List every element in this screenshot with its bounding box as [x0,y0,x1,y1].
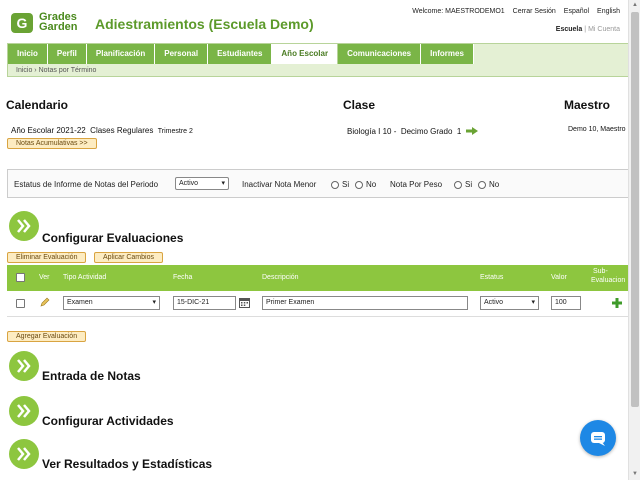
scroll-down-arrow-icon[interactable]: ▼ [631,470,639,478]
class-name: Biología I 10 - [347,127,397,136]
page-scrollbar[interactable]: ▲ ▼ [628,0,640,480]
lang-english-link[interactable]: English [597,8,620,15]
tab-planificacion[interactable]: Planificación [86,44,156,64]
class-type: Clases Regulares [90,126,154,135]
evaluations-table-header: Ver Tipo Actividad Fecha Descripción Est… [7,265,630,291]
date-input[interactable]: 15-DIC-21 [173,296,236,310]
logo-mark-icon: G [11,13,33,33]
row-checkbox[interactable] [16,299,25,308]
nav-tabs: Inicio Perfil Planificación Personal Est… [8,44,474,64]
activity-type-value: Examen [67,299,93,306]
description-input[interactable]: Primer Examen [262,296,468,310]
scope-switch: Escuela | Mi Cuenta [556,26,620,33]
teacher-name: Demo 10, Maestro [568,126,626,133]
inactivate-yes-label: Si [342,180,350,189]
status-value: Activo [484,299,504,306]
col-status: Estatus [480,274,504,281]
inactivate-no-label: No [366,180,377,189]
tab-personal[interactable]: Personal [155,44,209,64]
svg-text:G: G [17,15,28,31]
report-status-value: Activo [179,180,199,187]
col-date: Fecha [173,274,193,281]
breadcrumb-current: Notas por Término [38,67,97,74]
term: Trimestre 2 [157,128,193,135]
tab-perfil[interactable]: Perfil [47,44,87,64]
apply-changes-button[interactable]: Aplicar Cambios [94,252,163,263]
chevron-down-icon: ▾ [531,299,535,306]
table-row: Examen ▾ 15-DIC-21 Primer Examen Activo … [7,291,630,317]
expand-results-icon[interactable] [9,439,39,469]
breadcrumb-home[interactable]: Inicio [16,67,32,74]
weight-no-label: No [489,180,500,189]
col-description: Descripción [262,274,299,281]
class-heading: Clase [343,98,376,112]
select-all-checkbox[interactable] [16,273,25,282]
expand-grades-entry-icon[interactable] [9,351,39,381]
grades-garden-logo[interactable]: G Grades Garden [10,12,82,34]
report-status-label: Estatus de Informe de Notas del Periodo [14,180,159,189]
logo-text-line2: Garden [39,21,78,33]
value-input[interactable]: 100 [551,296,581,310]
class-info: Biología I 10 - Decimo Grado 1 [347,126,478,136]
class-section: 1 [456,127,462,136]
inactivate-yes-radio[interactable] [331,181,339,189]
report-status-select[interactable]: Activo ▾ [175,177,229,190]
calendar-info: Año Escolar 2021-22 Clases Regulares Tri… [11,126,193,135]
breadcrumb-separator: › [34,67,37,74]
class-grade: Decimo Grado [400,127,453,136]
calendar-icon[interactable] [239,297,250,308]
col-value: Valor [551,274,567,281]
chat-widget-button[interactable] [580,420,616,456]
delete-evaluation-button[interactable]: Eliminar Evaluación [7,252,87,263]
lang-spanish-link[interactable]: Español [564,8,589,15]
col-type: Tipo Actividad [63,274,107,281]
tab-inicio[interactable]: Inicio [8,44,48,64]
my-account-link[interactable]: Mi Cuenta [588,26,620,33]
weight-yes-label: Si [465,180,473,189]
main-nav: Inicio Perfil Planificación Personal Est… [7,43,629,77]
expand-evaluations-icon[interactable] [9,211,39,241]
report-status-bar: Estatus de Informe de Notas del Periodo … [7,169,640,198]
chevron-down-icon: ▾ [152,299,156,306]
inactivate-no-radio[interactable] [355,181,363,189]
results-title[interactable]: Ver Resultados y Estadísticas [42,457,212,471]
welcome-text: Welcome: MAESTRODEMO1 [412,8,505,15]
tab-ano-escolar[interactable]: Año Escolar [272,44,339,64]
logout-link[interactable]: Cerrar Sesión [513,8,556,15]
scroll-up-arrow-icon[interactable]: ▲ [631,1,639,9]
edit-pencil-icon[interactable] [40,297,50,307]
config-evaluations-title[interactable]: Configurar Evaluaciones [42,231,183,245]
activities-title[interactable]: Configurar Actividades [42,414,174,428]
add-sub-evaluation-plus-icon[interactable] [612,298,622,308]
weight-yes-radio[interactable] [454,181,462,189]
inactivate-min-label: Inactivar Nota Menor [242,180,317,189]
tab-informes[interactable]: Informes [421,44,474,64]
next-class-arrow-icon[interactable] [465,127,478,135]
grades-entry-title[interactable]: Entrada de Notas [42,369,141,383]
top-bar: Welcome: MAESTRODEMO1 Cerrar Sesión Espa… [406,8,620,15]
teacher-heading: Maestro [564,98,611,112]
tab-estudiantes[interactable]: Estudiantes [208,44,273,64]
calendar-heading: Calendario [6,98,69,112]
col-sub-line2: Evaluacion [591,277,626,284]
col-sub-line1: Sub- [593,268,608,275]
scroll-thumb[interactable] [631,12,639,407]
col-view: Ver [39,274,50,281]
tab-comunicaciones[interactable]: Comunicaciones [338,44,422,64]
activity-type-select[interactable]: Examen ▾ [63,296,160,310]
app-title: Adiestramientos (Escuela Demo) [95,16,314,32]
school-link[interactable]: Escuela [556,26,582,33]
add-evaluation-button[interactable]: Agregar Evaluación [7,331,87,342]
breadcrumb: Inicio › Notas por Término [16,67,96,74]
weight-no-radio[interactable] [478,181,486,189]
expand-activities-icon[interactable] [9,396,39,426]
school-year: Año Escolar 2021-22 [11,126,86,135]
chevron-down-icon: ▾ [221,180,225,187]
chat-bubble-icon [591,432,605,446]
weight-label: Nota Por Peso [390,180,443,189]
scope-separator: | [584,26,587,33]
cumulative-grades-button[interactable]: Notas Acumulativas >> [7,138,97,149]
status-select[interactable]: Activo ▾ [480,296,539,310]
